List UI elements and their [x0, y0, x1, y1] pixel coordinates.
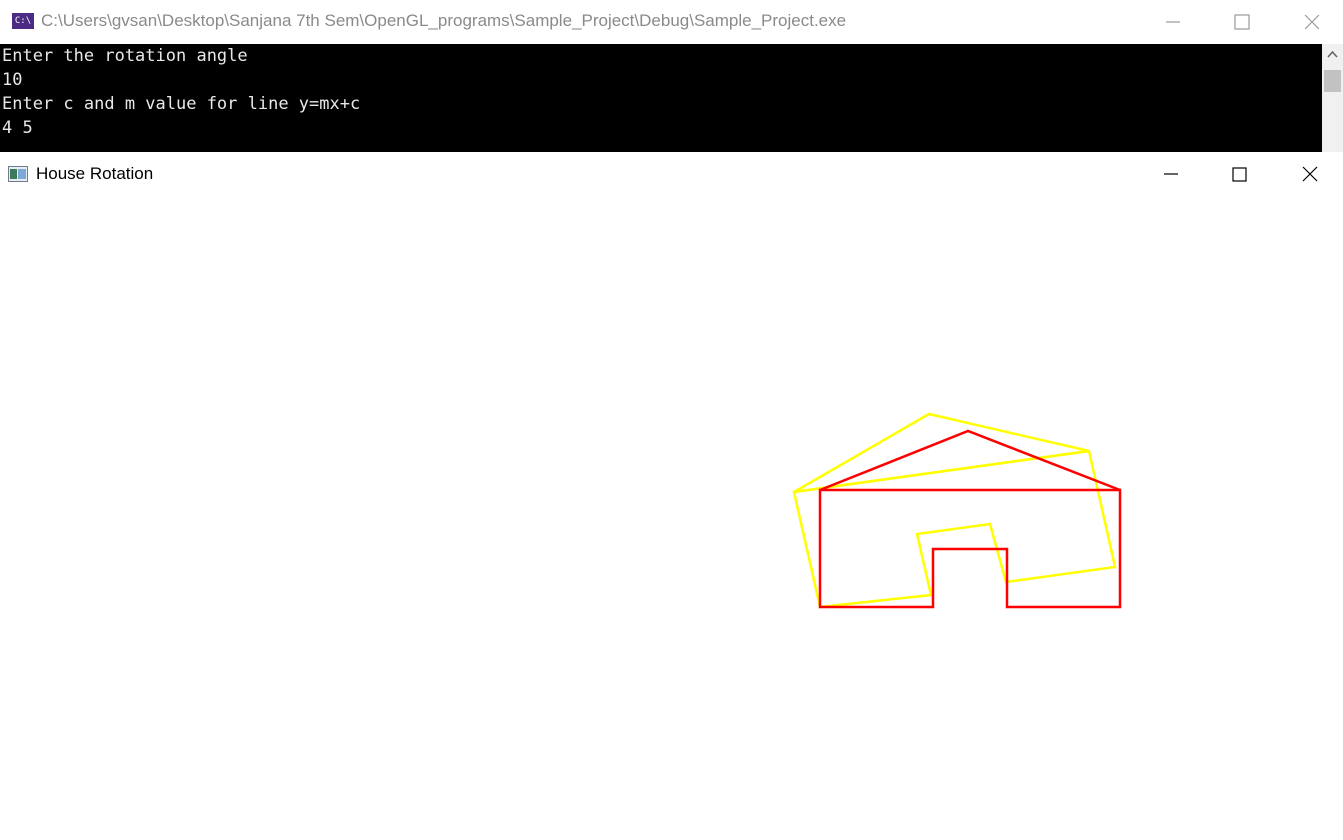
console-line: Enter c and m value for line y=mx+c: [2, 94, 361, 114]
console-line: 4 5: [2, 118, 33, 138]
app-window-icon: [8, 166, 28, 182]
chevron-up-icon: [1327, 50, 1338, 58]
console-line: Enter the rotation angle: [2, 46, 248, 66]
scroll-thumb[interactable]: [1324, 70, 1341, 92]
console-minimize-button[interactable]: [1149, 7, 1195, 37]
console-close-button[interactable]: [1289, 7, 1335, 37]
minimize-icon: [1164, 173, 1178, 175]
rotated-house-body: [792, 449, 1117, 609]
console-scrollbar[interactable]: [1322, 44, 1343, 152]
close-icon: [1304, 14, 1320, 30]
rotated-house: [792, 412, 1117, 609]
console-maximize-button[interactable]: [1219, 7, 1265, 37]
original-house-body: [818, 488, 1122, 609]
console-app-icon: C:\: [12, 13, 34, 29]
maximize-icon: [1234, 14, 1250, 30]
console-title-bar[interactable]: C:\ C:\Users\gvsan\Desktop\Sanjana 7th S…: [0, 0, 1343, 44]
original-house: [818, 429, 1122, 609]
rotated-house-roof: [793, 412, 1090, 494]
gl-title-bar[interactable]: House Rotation: [0, 152, 1343, 198]
gl-maximize-button[interactable]: [1216, 160, 1262, 190]
gl-minimize-button[interactable]: [1148, 160, 1194, 190]
console-window: C:\ C:\Users\gvsan\Desktop\Sanjana 7th S…: [0, 0, 1343, 152]
close-icon: [1302, 166, 1318, 182]
gl-window-title: House Rotation: [36, 164, 154, 183]
maximize-icon: [1232, 167, 1247, 182]
console-line: 10: [2, 70, 23, 90]
house-rotation-window: House Rotation: [0, 152, 1343, 840]
minimize-icon: [1166, 21, 1180, 23]
console-output[interactable]: Enter the rotation angle 10 Enter c and …: [0, 44, 1322, 152]
gl-close-button[interactable]: [1287, 160, 1333, 190]
console-window-title: C:\Users\gvsan\Desktop\Sanjana 7th Sem\O…: [41, 11, 847, 30]
scroll-up-button[interactable]: [1322, 44, 1343, 64]
opengl-canvas[interactable]: [0, 198, 1343, 840]
